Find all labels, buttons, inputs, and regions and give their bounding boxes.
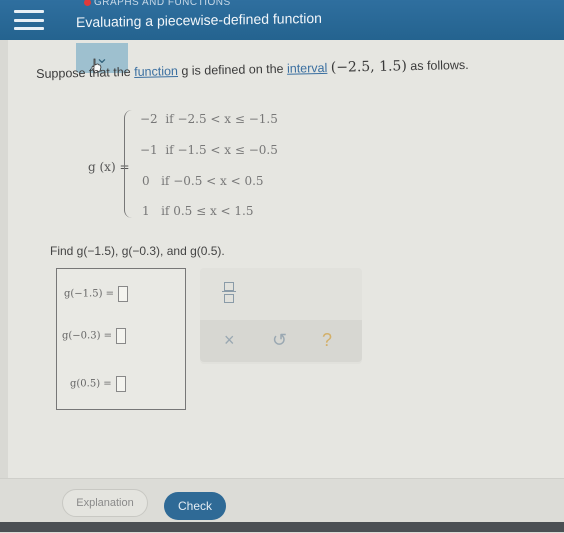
top-bar: GRAPHS AND FUNCTIONS Evaluating a piecew… xyxy=(0,0,564,40)
explanation-button[interactable]: Explanation xyxy=(62,489,148,517)
fraction-icon[interactable] xyxy=(222,280,236,304)
topic-label: GRAPHS AND FUNCTIONS xyxy=(84,0,231,8)
case-row-4: 1 if 0.5 ≤ x < 1.5 xyxy=(142,204,254,218)
red-dot-icon xyxy=(84,0,91,6)
answer-row-1: g(−1.5) = xyxy=(64,286,129,302)
answer-row-2: g(−0.3) = xyxy=(62,328,127,344)
piecewise-brace xyxy=(124,110,135,218)
interval-link[interactable]: interval xyxy=(287,61,328,76)
help-icon[interactable]: ? xyxy=(322,330,332,351)
problem-mid: g is defined on the xyxy=(177,61,288,79)
answer-input-1[interactable] xyxy=(118,286,129,302)
answer-row-3: g(0.5) = xyxy=(70,376,126,392)
bottom-strip xyxy=(0,522,564,532)
problem-suffix: as follows. xyxy=(406,57,469,74)
interval-value: (−2.5, 1.5) xyxy=(330,58,408,76)
check-button[interactable]: Check xyxy=(164,492,226,520)
answer-input-3[interactable] xyxy=(115,376,126,392)
case-row-2: −1 if −1.5 < x ≤ −0.5 xyxy=(140,143,278,157)
case-row-3: 0 if −0.5 < x < 0.5 xyxy=(142,174,264,188)
undo-icon[interactable]: ↺ xyxy=(272,330,287,351)
function-link[interactable]: function xyxy=(134,64,178,79)
page-title: Evaluating a piecewise-defined function xyxy=(76,9,322,31)
case-row-1: −2 if −2.5 < x ≤ −1.5 xyxy=(140,112,278,126)
find-instruction: Find g(−1.5), g(−0.3), and g(0.5). xyxy=(50,244,225,258)
answer-input-2[interactable] xyxy=(116,328,127,344)
problem-prefix: Suppose that the xyxy=(36,64,135,81)
hamburger-menu-icon[interactable] xyxy=(14,6,44,34)
clear-icon[interactable]: × xyxy=(224,330,235,351)
